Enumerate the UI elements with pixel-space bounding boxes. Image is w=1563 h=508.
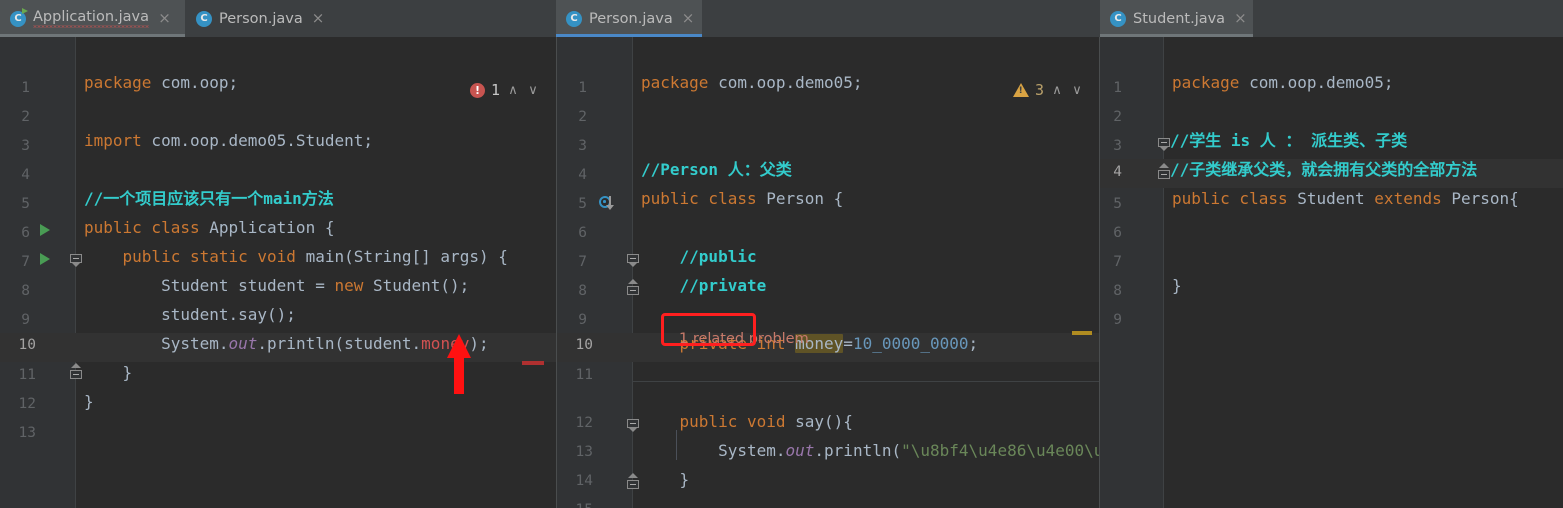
code-line: public class Person {	[641, 189, 844, 208]
inspection-status-widget[interactable]: ! 1 ∧ ∨	[469, 81, 540, 99]
tab-student-java[interactable]: C Student.java ×	[1100, 0, 1253, 37]
chevron-up-icon[interactable]: ∧	[506, 83, 520, 98]
code-line: //一个项目应该只有一个main方法	[84, 189, 334, 208]
intellij-idea-window: C Application.java × C Person.java × C P…	[0, 0, 1563, 508]
annotation-red-arrow	[447, 334, 471, 394]
chevron-down-icon[interactable]: ∨	[1070, 83, 1084, 98]
code-line: }	[84, 392, 94, 411]
close-icon[interactable]: ×	[158, 11, 171, 26]
editor-panel-person-java[interactable]: 1 2 3 4 5 6 7 8 9 10 11 12 13 14 15 16 p…	[557, 37, 1100, 508]
tab-person-java-active[interactable]: C Person.java ×	[556, 0, 702, 37]
code-line: System.out.println("\u8bf4\u4e86\u4e00\u…	[641, 441, 1100, 460]
code-line: public class Application {	[84, 218, 335, 237]
code-line: public class Student extends Person{	[1172, 189, 1519, 208]
code-line: public static void main(String[] args) {	[122, 247, 508, 266]
code-line: }	[1172, 276, 1182, 295]
code-area[interactable]: package com.oop.demo05; //Person 人：父类 pu…	[557, 37, 1100, 508]
code-line: public void say(){	[679, 412, 853, 431]
inspection-status-widget[interactable]: 3 ∧ ∨	[1012, 81, 1084, 99]
warning-count: 3	[1034, 81, 1044, 99]
editor-panel-application-java[interactable]: 1 2 3 4 5 6 7 8 9 10 11 12 13 package co…	[0, 37, 556, 508]
tab-label: Application.java	[33, 9, 150, 28]
annotation-red-box-private	[661, 313, 756, 346]
java-class-runnable-icon: C	[10, 7, 28, 27]
warning-icon	[1012, 83, 1029, 97]
tab-person-java-left[interactable]: C Person.java ×	[186, 0, 328, 37]
chevron-up-icon[interactable]: ∧	[1050, 83, 1064, 98]
close-icon[interactable]: ×	[312, 11, 325, 26]
error-icon: !	[469, 82, 485, 98]
code-line: package com.oop.demo05;	[1172, 73, 1394, 92]
code-area[interactable]: package com.oop.demo05; //学生 is 人 ： 派生类、…	[1100, 37, 1563, 508]
tab-label: Student.java	[1133, 10, 1226, 27]
editor-panel-student-java[interactable]: 1 2 3 4 5 6 7 8 9 package com.oop.demo05…	[1100, 37, 1563, 508]
java-class-icon: C	[196, 10, 212, 27]
code-line: Student student = new Student();	[84, 276, 470, 295]
warning-stripe-marker[interactable]	[1072, 331, 1092, 335]
code-line: System.out.println(student.money);	[84, 334, 489, 353]
tab-label: Person.java	[219, 10, 303, 27]
code-line: }	[84, 363, 133, 382]
editor-tab-strip: C Application.java × C Person.java × C P…	[0, 0, 1563, 37]
tab-application-java[interactable]: C Application.java ×	[0, 0, 185, 37]
code-line: //private	[641, 276, 767, 295]
java-class-icon: C	[1110, 10, 1126, 27]
code-line: package com.oop;	[84, 73, 239, 92]
code-line: package com.oop.demo05;	[641, 73, 863, 92]
code-line: //子类继承父类，就会拥有父类的全部方法	[1170, 160, 1478, 179]
error-count: 1	[490, 81, 500, 99]
tab-label: Person.java	[589, 10, 673, 27]
code-line: //public	[641, 247, 757, 266]
code-area[interactable]: package com.oop; import com.oop.demo05.S…	[0, 37, 556, 508]
java-class-icon: C	[566, 10, 582, 27]
code-line: //学生 is 人 ： 派生类、子类	[1170, 131, 1408, 150]
close-icon[interactable]: ×	[682, 11, 695, 26]
code-line: //Person 人：父类	[641, 160, 792, 179]
code-line: student.say();	[84, 305, 296, 324]
error-stripe-marker[interactable]	[522, 361, 544, 365]
close-icon[interactable]: ×	[1234, 11, 1247, 26]
code-line: }	[641, 470, 690, 489]
chevron-down-icon[interactable]: ∨	[526, 83, 540, 98]
code-line: import com.oop.demo05.Student;	[84, 131, 373, 150]
